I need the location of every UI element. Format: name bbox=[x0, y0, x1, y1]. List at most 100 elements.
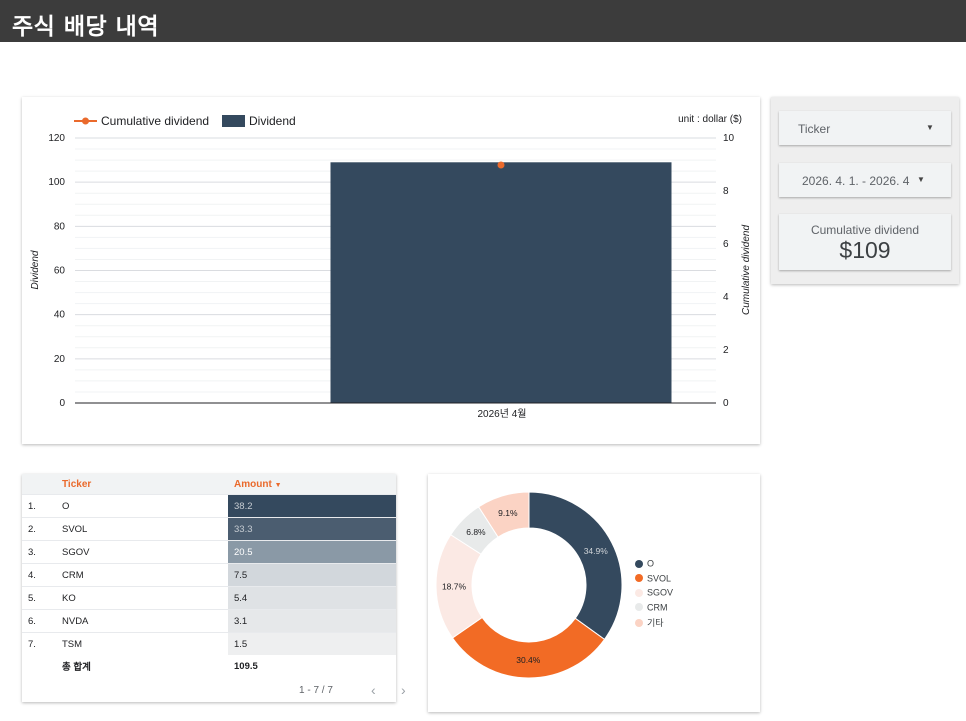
next-page-icon[interactable]: › bbox=[401, 682, 406, 698]
donut-chart-svg: 34.9% 30.4% 18.7% 6.8% 9.1% bbox=[435, 491, 623, 679]
legend-line-item[interactable]: Cumulative dividend bbox=[74, 114, 209, 128]
right-tick-label: 4 bbox=[723, 292, 729, 303]
ticker-filter-label: Ticker bbox=[798, 122, 831, 136]
row-amount: 3.1 bbox=[228, 609, 396, 633]
left-tick-label: 0 bbox=[59, 398, 65, 409]
legend-item-svol[interactable]: SVOL bbox=[635, 573, 672, 584]
row-amount: 38.2 bbox=[228, 494, 396, 518]
cumulative-dividend-scorecard: Cumulative dividend $109 bbox=[779, 214, 951, 270]
legend-item-crm[interactable]: CRM bbox=[635, 602, 668, 613]
row-index: 4. bbox=[22, 563, 62, 587]
left-tick-label: 120 bbox=[48, 133, 65, 144]
amount-header-label: Amount bbox=[234, 478, 272, 490]
legend-swatch-icon bbox=[635, 588, 643, 597]
right-tick-label: 6 bbox=[723, 239, 729, 250]
combo-chart-svg: Cumulative dividend Dividend unit : doll… bbox=[30, 114, 752, 420]
ticker-column-header[interactable]: Ticker bbox=[62, 474, 228, 495]
right-tick-label: 2 bbox=[723, 345, 729, 356]
right-axis-ticks: 0 2 4 6 8 10 bbox=[723, 133, 735, 409]
right-axis-title: Cumulative dividend bbox=[741, 225, 752, 315]
legend-label: CRM bbox=[647, 602, 668, 613]
table-row[interactable]: 6. NVDA 3.1 bbox=[22, 609, 396, 633]
filter-panel: Ticker ▼ 2026. 4. 1. - 2026. 4 ▼ Cumulat… bbox=[771, 97, 959, 284]
table-row[interactable]: 1. O 38.2 bbox=[22, 494, 396, 518]
scorecard-value: $109 bbox=[839, 237, 891, 263]
left-axis-title: Dividend bbox=[30, 250, 41, 289]
left-axis-ticks: 0 20 40 60 80 100 120 bbox=[48, 133, 65, 409]
left-tick-label: 100 bbox=[48, 177, 65, 188]
caret-down-icon: ▼ bbox=[917, 175, 925, 184]
dividend-table: Ticker Amount ▼ 1. O 38.2 2. SVOL 33.3 3… bbox=[22, 474, 406, 702]
table-row[interactable]: 3. SGOV 20.5 bbox=[22, 540, 396, 564]
slice-percent-label: 6.8% bbox=[466, 527, 486, 537]
legend-swatch-icon bbox=[635, 574, 643, 583]
table-pagination: 1 - 7 / 7 ‹ › bbox=[299, 682, 406, 698]
index-header bbox=[22, 474, 62, 495]
legend-bar-label: Dividend bbox=[249, 114, 296, 128]
table-row[interactable]: 5. KO 5.4 bbox=[22, 586, 396, 610]
legend-item-o[interactable]: O bbox=[635, 558, 654, 569]
pagination-label: 1 - 7 / 7 bbox=[299, 685, 333, 696]
row-ticker: CRM bbox=[62, 563, 228, 587]
right-tick-label: 10 bbox=[723, 133, 735, 144]
right-tick-label: 8 bbox=[723, 186, 729, 197]
row-index: 5. bbox=[22, 586, 62, 610]
donut-slice-o[interactable] bbox=[528, 491, 623, 641]
dividend-bar[interactable] bbox=[330, 162, 672, 403]
legend-label: SVOL bbox=[647, 573, 672, 584]
slice-percent-label: 34.9% bbox=[584, 546, 609, 556]
row-ticker: NVDA bbox=[62, 609, 228, 633]
left-tick-label: 40 bbox=[54, 310, 66, 321]
donut-slice-svol[interactable] bbox=[451, 616, 606, 679]
row-amount: 1.5 bbox=[228, 632, 396, 655]
table-row[interactable]: 4. CRM 7.5 bbox=[22, 563, 396, 587]
ticker-header-label: Ticker bbox=[62, 478, 92, 490]
legend-item-sgov[interactable]: SGOV bbox=[635, 587, 673, 598]
dividend-table-grid: Ticker Amount ▼ 1. O 38.2 2. SVOL 33.3 3… bbox=[22, 474, 396, 677]
legend-swatch-icon bbox=[635, 603, 643, 612]
x-tick-label: 2026년 4월 bbox=[478, 408, 527, 420]
legend-label: O bbox=[647, 558, 655, 569]
legend-bar-item[interactable]: Dividend bbox=[222, 114, 296, 128]
legend-swatch-icon bbox=[635, 618, 643, 627]
legend-item-기타[interactable]: 기타 bbox=[635, 616, 664, 629]
table-header-row: Ticker Amount ▼ bbox=[22, 474, 396, 495]
legend-line-label: Cumulative dividend bbox=[101, 114, 209, 128]
row-index: 7. bbox=[22, 632, 62, 655]
legend-label: SGOV bbox=[647, 587, 674, 598]
row-ticker: SVOL bbox=[62, 517, 228, 541]
dividend-combo-chart[interactable]: Cumulative dividend Dividend unit : doll… bbox=[22, 97, 760, 444]
unit-note: unit : dollar ($) bbox=[678, 114, 742, 125]
scorecard-label: Cumulative dividend bbox=[810, 223, 920, 237]
row-index: 2. bbox=[22, 517, 62, 541]
dividend-share-donut-chart[interactable]: 34.9% 30.4% 18.7% 6.8% 9.1% O SVOL SGOV CRM 기타 bbox=[428, 474, 760, 712]
row-amount: 20.5 bbox=[228, 540, 396, 564]
row-amount: 5.4 bbox=[228, 586, 396, 610]
row-index: 6. bbox=[22, 609, 62, 633]
table-row[interactable]: 7. TSM 1.5 bbox=[22, 632, 396, 655]
slice-percent-label: 30.4% bbox=[516, 655, 541, 665]
row-ticker: O bbox=[62, 494, 228, 518]
legend-label: 기타 bbox=[647, 618, 664, 628]
date-range-picker[interactable]: 2026. 4. 1. - 2026. 4 ▼ bbox=[779, 163, 951, 197]
total-value: 109.5 bbox=[234, 660, 258, 672]
amount-column-header[interactable]: Amount ▼ bbox=[228, 474, 396, 495]
right-tick-label: 0 bbox=[723, 398, 729, 409]
left-tick-label: 20 bbox=[54, 354, 66, 365]
left-tick-label: 60 bbox=[54, 266, 66, 277]
line-series bbox=[497, 161, 505, 169]
date-range-label: 2026. 4. 1. - 2026. 4 bbox=[802, 174, 910, 188]
legend-swatch-icon bbox=[635, 559, 643, 568]
page-title: 주식 배당 내역 bbox=[12, 14, 159, 40]
table-row[interactable]: 2. SVOL 33.3 bbox=[22, 517, 396, 541]
row-ticker: TSM bbox=[62, 632, 228, 655]
slice-percent-label: 18.7% bbox=[442, 581, 467, 591]
legend-line-marker bbox=[82, 117, 89, 125]
row-index: 1. bbox=[22, 494, 62, 518]
ticker-filter-dropdown[interactable]: Ticker ▼ bbox=[779, 111, 951, 145]
page-header: 주식 배당 내역 bbox=[0, 0, 966, 42]
row-index: 3. bbox=[22, 540, 62, 564]
prev-page-icon[interactable]: ‹ bbox=[371, 682, 376, 698]
slice-percent-label: 9.1% bbox=[498, 508, 518, 518]
cumulative-dividend-point[interactable] bbox=[497, 161, 505, 169]
